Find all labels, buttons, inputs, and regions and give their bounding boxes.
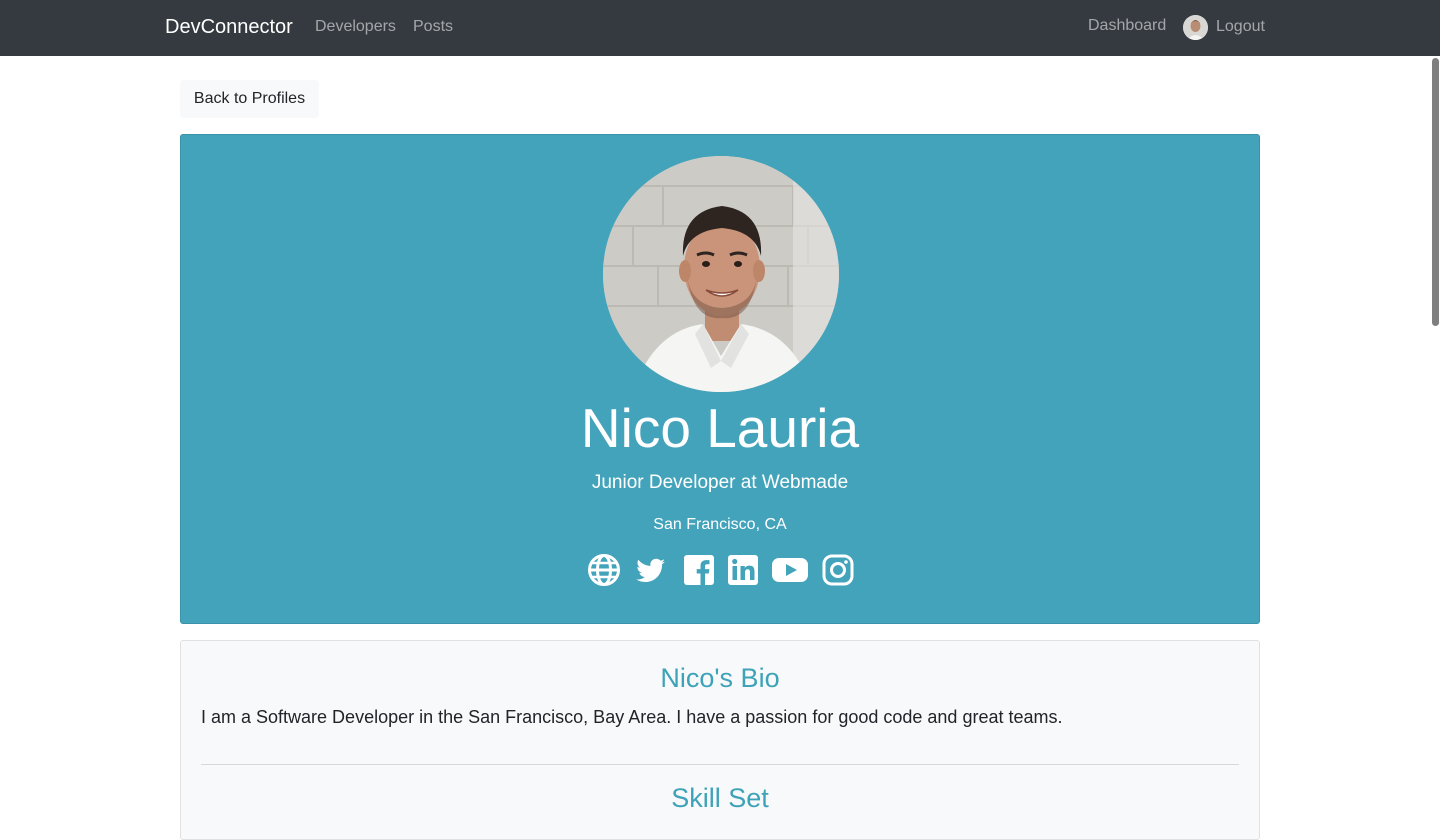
- globe-icon[interactable]: [587, 553, 621, 587]
- nav-logout-link[interactable]: Logout: [1183, 14, 1265, 40]
- profile-location: San Francisco, CA: [653, 516, 787, 533]
- brand-link[interactable]: DevConnector: [165, 15, 293, 39]
- linkedin-icon[interactable]: [726, 553, 760, 587]
- user-avatar: [1183, 14, 1208, 40]
- page-scrollbar-thumb[interactable]: [1432, 58, 1439, 326]
- social-links: [181, 553, 1259, 587]
- profile-about-card: Nico's Bio I am a Software Developer in …: [180, 640, 1260, 840]
- bio-heading: Nico's Bio: [660, 663, 780, 693]
- twitter-icon[interactable]: [634, 553, 668, 587]
- profile-name: Nico Lauria: [580, 397, 860, 459]
- skill-set-heading: Skill Set: [671, 783, 769, 813]
- profile-job-title: Junior Developer at Webmade: [591, 472, 849, 493]
- bio-text: I am a Software Developer in the San Fra…: [201, 707, 1063, 727]
- back-to-profiles-button[interactable]: Back to Profiles: [180, 80, 319, 118]
- nav-posts-link[interactable]: Posts: [413, 17, 453, 37]
- youtube-icon[interactable]: [771, 553, 809, 587]
- logout-label: Logout: [1216, 18, 1265, 35]
- nav-developers-link[interactable]: Developers: [315, 17, 396, 37]
- instagram-icon[interactable]: [821, 553, 855, 587]
- facebook-icon[interactable]: [682, 553, 716, 587]
- nav-dashboard-link[interactable]: Dashboard: [1088, 16, 1166, 36]
- navbar: DevConnector Developers Posts Dashboard …: [0, 0, 1440, 56]
- profile-header-card: Nico Lauria Junior Developer at Webmade …: [180, 134, 1260, 624]
- profile-photo: [603, 156, 839, 392]
- section-divider: [201, 764, 1239, 765]
